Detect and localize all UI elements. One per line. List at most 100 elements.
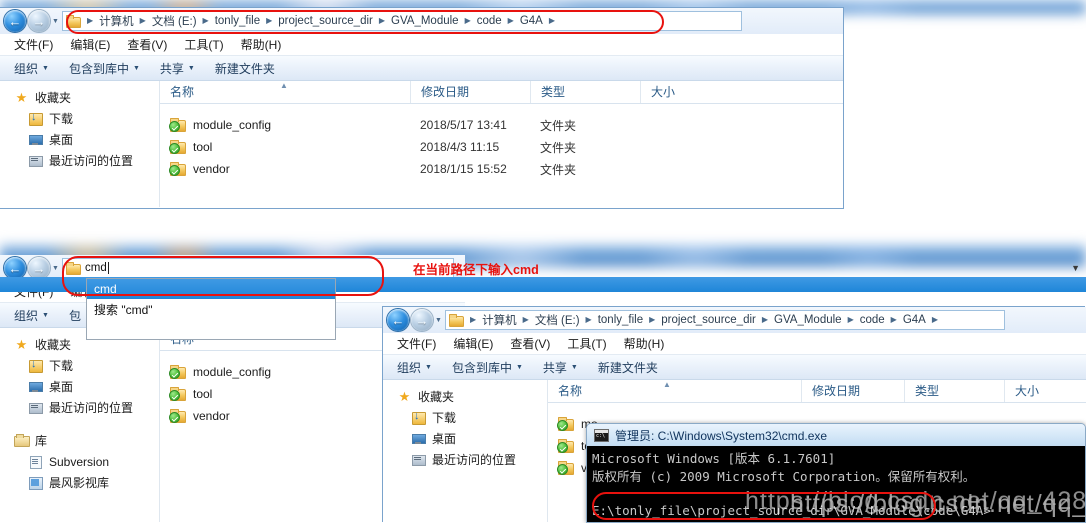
nav-recent-places[interactable]: 最近访问的位置: [0, 150, 159, 171]
address-input[interactable]: cmd: [62, 258, 454, 278]
recent-pages-dropdown-icon[interactable]: ▼: [50, 265, 61, 272]
folder-icon: [169, 140, 186, 154]
file-list-pane: ▲ 名称 修改日期 类型 大小 module_config 2018/5/17 …: [160, 81, 843, 207]
table-row[interactable]: vendor 2018/1/15 15:52 文件夹: [160, 158, 843, 180]
column-name[interactable]: ▲ 名称: [548, 380, 801, 402]
nav-libraries[interactable]: 库: [0, 430, 159, 451]
menu-file[interactable]: 文件(F): [14, 36, 53, 53]
forward-button[interactable]: →: [28, 10, 50, 32]
recent-pages-dropdown-icon[interactable]: ▼: [50, 18, 61, 25]
include-in-library-button[interactable]: 包含到库中 ▼: [69, 60, 140, 77]
svn-ok-badge-icon: [169, 143, 180, 154]
include-in-library-button[interactable]: 包: [69, 307, 81, 324]
column-type[interactable]: 类型: [904, 380, 1004, 402]
nav-downloads[interactable]: 下载: [383, 407, 547, 428]
breadcrumb-item-3[interactable]: project_source_dir: [659, 314, 758, 326]
breadcrumb-item-0[interactable]: 计算机: [97, 13, 136, 29]
file-name-cell[interactable]: vendor: [160, 409, 230, 423]
new-folder-button[interactable]: 新建文件夹: [215, 60, 275, 77]
list-top-gap: [160, 104, 843, 114]
address-bar[interactable]: ▶ 计算机 ▶ 文档 (E:) ▶ tonly_file ▶ project_s…: [62, 11, 742, 31]
new-folder-button[interactable]: 新建文件夹: [598, 359, 658, 376]
autocomplete-item-search[interactable]: 搜索 "cmd": [87, 299, 335, 319]
nav-desktop[interactable]: 桌面: [383, 428, 547, 449]
breadcrumb: ▶ 计算机 ▶ 文档 (E:) ▶ tonly_file ▶ project_s…: [466, 312, 942, 328]
breadcrumb-item-0[interactable]: 计算机: [480, 312, 519, 328]
menu-tools[interactable]: 工具(T): [567, 335, 606, 352]
breadcrumb-item-3[interactable]: project_source_dir: [276, 15, 375, 27]
nav-favorites[interactable]: ★ 收藏夹: [383, 386, 547, 407]
autocomplete-item-cmd[interactable]: cmd: [87, 279, 335, 299]
nav-downloads-label: 下载: [432, 411, 457, 425]
breadcrumb-item-5[interactable]: code: [858, 314, 887, 326]
nav-downloads-label: 下载: [49, 359, 74, 373]
folder-icon: [557, 417, 574, 431]
forward-button[interactable]: →: [28, 257, 50, 279]
file-name-cell[interactable]: tool: [160, 140, 410, 154]
breadcrumb-item-1[interactable]: 文档 (E:): [150, 13, 199, 29]
column-modified[interactable]: 修改日期: [801, 380, 904, 402]
nav-downloads[interactable]: 下载: [0, 355, 159, 376]
file-name-cell[interactable]: module_config: [160, 118, 410, 132]
file-modified-cell: 2018/4/3 11:15: [420, 140, 500, 154]
nav-recent-places[interactable]: 最近访问的位置: [0, 397, 159, 418]
menu-edit[interactable]: 编辑(E): [453, 335, 493, 352]
table-row[interactable]: tool 2018/4/3 11:15 文件夹: [160, 136, 843, 158]
nav-desktop[interactable]: 桌面: [0, 376, 159, 397]
file-type-cell: 文件夹: [540, 140, 577, 155]
desktop-icon: [28, 133, 43, 147]
include-in-library-button[interactable]: 包含到库中 ▼: [452, 359, 523, 376]
menu-file[interactable]: 文件(F): [397, 335, 436, 352]
menu-view[interactable]: 查看(V): [127, 36, 167, 53]
forward-button[interactable]: →: [411, 309, 433, 331]
nav-favorites[interactable]: ★ 收藏夹: [0, 87, 159, 108]
breadcrumb-item-4[interactable]: GVA_Module: [772, 314, 844, 326]
share-button[interactable]: 共享 ▼: [160, 60, 195, 77]
back-button[interactable]: ←: [387, 309, 409, 331]
breadcrumb-item-2[interactable]: tonly_file: [596, 314, 645, 326]
back-button[interactable]: ←: [4, 257, 26, 279]
nav-subversion[interactable]: Subversion: [0, 451, 159, 472]
nav-recent-label: 最近访问的位置: [432, 453, 517, 467]
breadcrumb-item-2[interactable]: tonly_file: [213, 15, 262, 27]
file-name-cell[interactable]: vendor: [160, 162, 410, 176]
menu-help[interactable]: 帮助(H): [624, 335, 665, 352]
column-size[interactable]: 大小: [1004, 380, 1084, 402]
breadcrumb-item-5[interactable]: code: [475, 15, 504, 27]
column-type[interactable]: 类型: [530, 81, 640, 103]
menu-tools[interactable]: 工具(T): [184, 36, 223, 53]
nav-desktop[interactable]: 桌面: [0, 129, 159, 150]
nav-downloads[interactable]: 下载: [0, 108, 159, 129]
breadcrumb-item-1[interactable]: 文档 (E:): [533, 312, 582, 328]
nav-downloads-label: 下载: [49, 112, 74, 126]
address-bar[interactable]: ▶ 计算机 ▶ 文档 (E:) ▶ tonly_file ▶ project_s…: [445, 310, 1005, 330]
table-row[interactable]: module_config 2018/5/17 13:41 文件夹: [160, 114, 843, 136]
breadcrumb-item-6[interactable]: G4A: [518, 15, 545, 27]
nav-desktop-label: 桌面: [49, 380, 74, 394]
nav-video-library[interactable]: 晨风影视库: [0, 472, 159, 493]
watermark-url-b: https://blog.csdn.net/qq_42859864: [790, 490, 1086, 518]
column-size[interactable]: 大小: [640, 81, 750, 103]
breadcrumb-item-4[interactable]: GVA_Module: [389, 15, 461, 27]
file-name-cell[interactable]: tool: [160, 387, 212, 401]
column-modified[interactable]: 修改日期: [410, 81, 530, 103]
share-button[interactable]: 共享 ▼: [543, 359, 578, 376]
address-dropdown-arrow-icon[interactable]: ▼: [1071, 263, 1080, 273]
recent-pages-dropdown-icon[interactable]: ▼: [433, 317, 444, 324]
organize-button[interactable]: 组织 ▼: [397, 359, 432, 376]
screenshot-root: ← → ▼ ▶ 计算机 ▶ 文档 (E:) ▶ tonly_file ▶ pro…: [0, 0, 1086, 523]
menu-view[interactable]: 查看(V): [510, 335, 550, 352]
menu-edit[interactable]: 编辑(E): [70, 36, 110, 53]
breadcrumb-item-6[interactable]: G4A: [901, 314, 928, 326]
nav-recent-places[interactable]: 最近访问的位置: [383, 449, 547, 470]
organize-button[interactable]: 组织 ▼: [14, 307, 49, 324]
address-bar-row: ← → ▼ ▶ 计算机 ▶ 文档 (E:) ▶ tonly_file ▶ pro…: [383, 307, 1086, 333]
file-name-cell[interactable]: module_config: [160, 365, 271, 379]
cmd-title-bar[interactable]: 管理员: C:\Windows\System32\cmd.exe: [587, 424, 1085, 446]
star-icon: ★: [15, 336, 28, 352]
menu-help[interactable]: 帮助(H): [241, 36, 282, 53]
back-button[interactable]: ←: [4, 10, 26, 32]
breadcrumb-sep-icon: ▶: [761, 315, 769, 324]
column-name[interactable]: ▲ 名称: [160, 81, 410, 103]
organize-button[interactable]: 组织 ▼: [14, 60, 49, 77]
